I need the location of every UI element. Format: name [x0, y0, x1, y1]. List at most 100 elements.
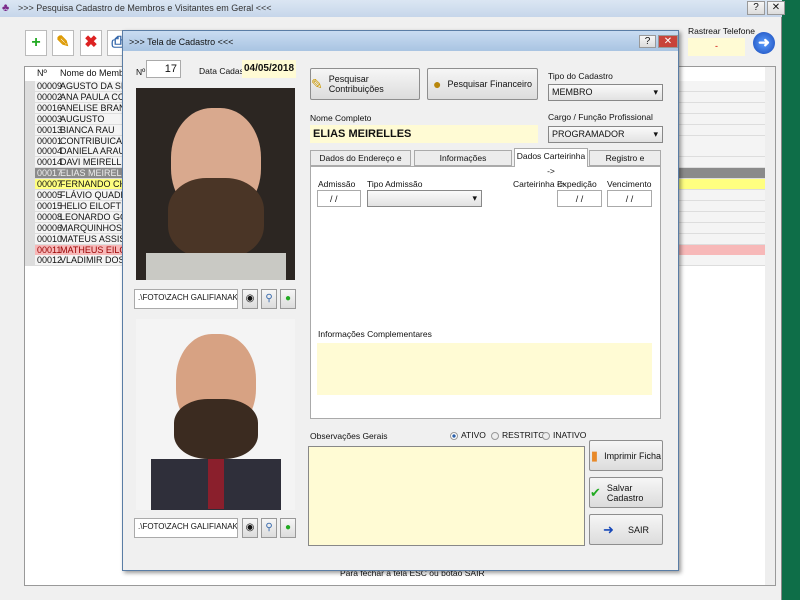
info-complementares-label: Informações Complementares	[318, 329, 432, 339]
tipo-admissao-label: Tipo Admissão	[367, 179, 423, 189]
row-selector[interactable]	[25, 233, 35, 244]
dialog-close-button[interactable]: ✕	[658, 35, 678, 48]
row-num: 00003	[37, 113, 63, 124]
main-title-bar: ♣ >>> Pesquisa Cadastro de Membros e Vis…	[0, 0, 785, 17]
dialog-title-bar: >>> Tela de Cadastro <<< ? ✕	[123, 31, 678, 51]
expedicao-field[interactable]: / /	[557, 190, 602, 207]
photo1-path-field[interactable]: .\FOTO\ZACH GALIFIANAKIS1.JPG	[134, 289, 238, 309]
row-selector[interactable]	[25, 200, 35, 211]
row-selector[interactable]	[25, 113, 35, 124]
row-num: 00001	[37, 135, 63, 146]
radio-icon	[450, 431, 458, 440]
delete-icon[interactable]: ✖	[80, 30, 102, 56]
notepad-icon: ✎	[311, 75, 323, 92]
main-help-button[interactable]: ?	[747, 1, 765, 15]
row-selector[interactable]	[25, 135, 35, 146]
row-num: 00007	[37, 179, 63, 190]
row-selector[interactable]	[25, 81, 35, 91]
add-icon[interactable]: +	[25, 30, 47, 56]
row-num: 00016	[37, 102, 63, 113]
cargo-select[interactable]: PROGRAMADOR	[548, 126, 663, 143]
row-num: 00005	[37, 190, 63, 200]
row-num: 00013	[37, 124, 63, 135]
print-person-icon: ▮	[590, 447, 599, 463]
row-selector[interactable]	[25, 168, 35, 179]
webcam-icon-2[interactable]: ◉	[242, 518, 258, 538]
row-num: 00017	[37, 168, 63, 179]
row-num: 00014	[37, 157, 63, 168]
check-icon: ✔	[590, 484, 601, 500]
row-selector[interactable]	[25, 102, 35, 113]
tab-info-complementares[interactable]: Informações Complementares ->	[414, 150, 512, 178]
tipo-cadastro-label: Tipo do Cadastro	[548, 71, 613, 81]
search-photo-icon[interactable]: ⚲	[261, 289, 277, 309]
row-num: 00004	[37, 146, 63, 157]
expedicao-label: Expedição	[557, 179, 597, 189]
nome-label: Nome Completo	[310, 113, 372, 123]
main-title: >>> Pesquisa Cadastro de Membros e Visit…	[18, 3, 272, 13]
dialog-help-button[interactable]: ?	[639, 35, 656, 48]
desktop-background-right	[782, 0, 800, 600]
row-name: AUGUSTO	[60, 113, 105, 124]
observacoes-label: Observações Gerais	[310, 431, 388, 441]
list-scrollbar[interactable]	[765, 67, 775, 585]
load-photo-icon-2[interactable]: ●	[280, 518, 296, 538]
nome-field[interactable]: ELIAS MEIRELLES	[310, 125, 538, 143]
num-field[interactable]: 17	[146, 60, 181, 78]
row-name: MATEUS ASSIS	[60, 233, 126, 244]
status-radio-ativo[interactable]: ATIVO	[450, 430, 486, 440]
row-num: 00010	[37, 233, 63, 244]
pesquisar-contribuicoes-button[interactable]: ✎ Pesquisar Contribuições	[310, 68, 420, 100]
rastrear-label: Rastrear Telefone	[688, 26, 755, 36]
vencimento-label: Vencimento	[607, 179, 652, 189]
search-photo-icon-2[interactable]: ⚲	[261, 518, 277, 538]
status-radio-inativo[interactable]: INATIVO	[542, 430, 586, 440]
row-selector[interactable]	[25, 124, 35, 135]
row-selector[interactable]	[25, 190, 35, 200]
load-photo-icon[interactable]: ●	[280, 289, 296, 309]
dialog-title: >>> Tela de Cadastro <<<	[129, 37, 234, 47]
exit-arrow-icon: ➜	[603, 521, 614, 537]
admissao-field[interactable]: / /	[317, 190, 361, 207]
tipo-cadastro-select[interactable]: MEMBRO	[548, 84, 663, 101]
coins-icon: ●	[432, 76, 442, 92]
radio-icon	[491, 431, 499, 440]
photo2-path-field[interactable]: .\FOTO\ZACH GALIFIANAKIS2.JPG	[134, 518, 238, 538]
row-num: 00006	[37, 222, 63, 233]
observacoes-textarea[interactable]	[308, 446, 585, 546]
row-num: 00011	[37, 244, 62, 255]
row-selector[interactable]	[25, 255, 35, 266]
row-num: 00008	[37, 211, 63, 222]
webcam-icon[interactable]: ◉	[242, 289, 258, 309]
row-selector[interactable]	[25, 146, 35, 157]
cargo-label: Cargo / Função Profissional	[548, 112, 653, 122]
info-complementares-textarea[interactable]	[317, 343, 652, 395]
row-selector[interactable]	[25, 157, 35, 168]
go-arrow-icon[interactable]: ➜	[753, 32, 775, 54]
tab-carteirinha[interactable]: Dados Carteirinha ->	[514, 148, 588, 176]
row-num: 00002	[37, 91, 63, 102]
vencimento-field[interactable]: / /	[607, 190, 652, 207]
num-label: Nº	[136, 67, 146, 77]
sair-button[interactable]: ➜ SAIR	[589, 514, 663, 545]
row-selector[interactable]	[25, 244, 35, 255]
tab-endereco[interactable]: Dados do Endereço e Contato ->	[310, 150, 411, 178]
member-photo-2	[136, 319, 295, 510]
salvar-cadastro-button[interactable]: ✔ Salvar Cadastro	[589, 477, 663, 508]
data-cadastro-field[interactable]: 04/05/2018	[242, 60, 296, 78]
row-name: BIANCA RAU	[60, 124, 115, 135]
row-selector[interactable]	[25, 211, 35, 222]
rastrear-input[interactable]: -	[688, 38, 745, 56]
row-selector[interactable]	[25, 91, 35, 102]
status-radio-restrito[interactable]: RESTRITO	[491, 430, 545, 440]
main-close-button[interactable]: ✕	[767, 1, 785, 15]
col-num-header: Nº	[37, 68, 47, 78]
row-selector[interactable]	[25, 179, 35, 190]
pesquisar-financeiro-button[interactable]: ● Pesquisar Financeiro	[427, 68, 538, 100]
row-num: 00012	[37, 255, 63, 266]
row-selector[interactable]	[25, 222, 35, 233]
tipo-admissao-select[interactable]	[367, 190, 482, 207]
imprimir-ficha-button[interactable]: ▮ Imprimir Ficha	[589, 440, 663, 471]
tab-registro[interactable]: Registro e Ocorrências	[589, 150, 661, 178]
edit-icon[interactable]: ✎	[52, 30, 74, 56]
